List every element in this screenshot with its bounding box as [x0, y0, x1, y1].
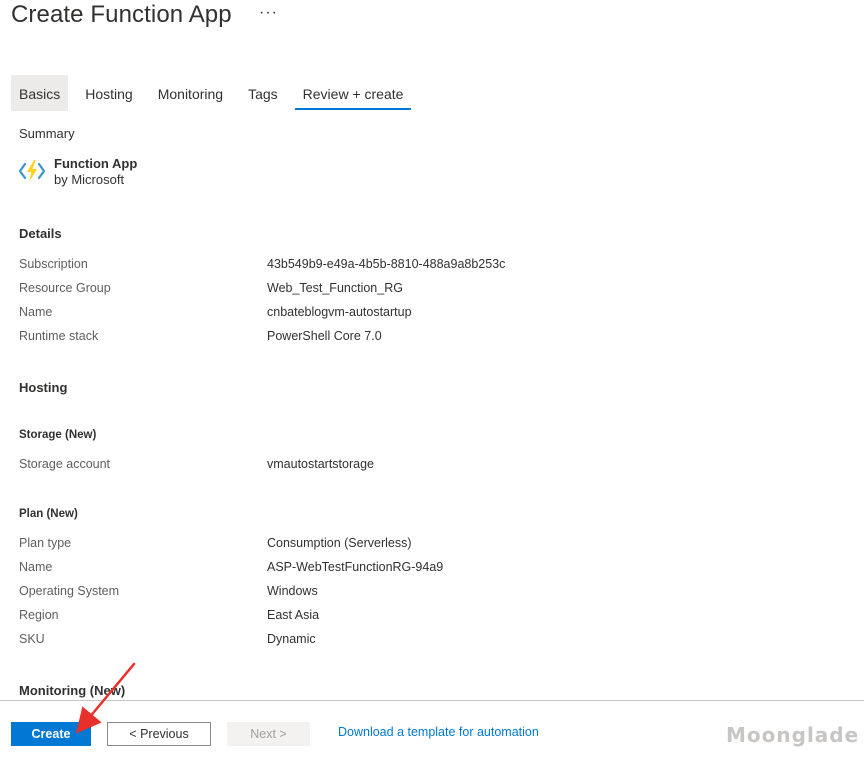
storage-heading: Storage (New): [19, 429, 97, 441]
detail-row: SKU Dynamic: [19, 630, 839, 648]
detail-key: Storage account: [19, 457, 111, 471]
detail-value: Windows: [267, 584, 318, 598]
hosting-heading: Hosting: [19, 380, 68, 395]
detail-key: Runtime stack: [19, 329, 99, 343]
detail-key: Operating System: [19, 584, 120, 598]
detail-key: Region: [19, 608, 59, 622]
details-heading: Details: [19, 226, 62, 241]
detail-row: Storage account vmautostartstorage: [19, 455, 839, 473]
detail-value: Consumption (Serverless): [267, 536, 412, 550]
detail-value: PowerShell Core 7.0: [267, 329, 382, 343]
create-button[interactable]: Create: [11, 722, 91, 746]
detail-row: Name ASP-WebTestFunctionRG-94a9: [19, 558, 839, 576]
detail-key: Name: [19, 560, 53, 574]
plan-heading: Plan (New): [19, 508, 78, 520]
function-app-lightning-icon: [19, 160, 45, 182]
detail-key: Subscription: [19, 257, 88, 271]
previous-button[interactable]: < Previous: [107, 722, 211, 746]
more-options-icon[interactable]: ···: [259, 4, 278, 22]
product-card: Function App by Microsoft: [19, 156, 137, 189]
tab-hosting[interactable]: Hosting: [77, 75, 140, 111]
detail-value: Dynamic: [267, 632, 316, 646]
detail-value: East Asia: [267, 608, 320, 622]
detail-value: cnbateblogvm-autostartup: [267, 305, 412, 319]
detail-row: Name cnbateblogvm-autostartup: [19, 303, 839, 321]
tab-review-create[interactable]: Review + create: [294, 75, 412, 111]
detail-key: Name: [19, 305, 53, 319]
watermark: Moonglade: [726, 723, 860, 747]
detail-value: vmautostartstorage: [267, 457, 374, 471]
tab-monitoring[interactable]: Monitoring: [150, 75, 231, 111]
download-template-link[interactable]: Download a template for automation: [338, 725, 539, 739]
detail-row: Subscription 43b549b9-e49a-4b5b-8810-488…: [19, 255, 839, 273]
detail-row: Resource Group Web_Test_Function_RG: [19, 279, 839, 297]
product-name: Function App: [54, 156, 138, 171]
monitoring-heading: Monitoring (New): [19, 683, 126, 698]
detail-key: SKU: [19, 632, 45, 646]
detail-value: Web_Test_Function_RG: [267, 281, 403, 295]
tab-tags[interactable]: Tags: [240, 75, 286, 111]
detail-value: 43b549b9-e49a-4b5b-8810-488a9a8b253c: [267, 257, 506, 271]
detail-row: Region East Asia: [19, 606, 839, 624]
wizard-footer: Create < Previous Next > Download a temp…: [0, 700, 864, 761]
product-text: Function App by Microsoft: [54, 156, 137, 189]
detail-row: Runtime stack PowerShell Core 7.0: [19, 327, 839, 345]
detail-row: Plan type Consumption (Serverless): [19, 534, 839, 552]
page-title: Create Function App: [11, 1, 232, 28]
next-button[interactable]: Next >: [227, 722, 310, 746]
wizard-tabs: Basics Hosting Monitoring Tags Review + …: [11, 75, 420, 111]
detail-value: ASP-WebTestFunctionRG-94a9: [267, 560, 444, 574]
product-vendor: by Microsoft: [54, 172, 125, 187]
summary-label: Summary: [19, 126, 75, 141]
detail-row: Operating System Windows: [19, 582, 839, 600]
detail-key: Plan type: [19, 536, 72, 550]
detail-key: Resource Group: [19, 281, 111, 295]
tab-basics[interactable]: Basics: [11, 75, 69, 111]
